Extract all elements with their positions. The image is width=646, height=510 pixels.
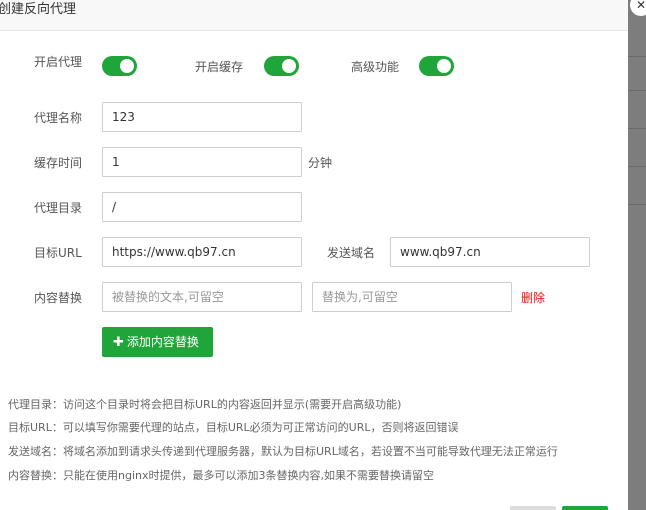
help-line-proxy-dir: 代理目录：访问这个目录时将会把目标URL的内容返回并显示(需要开启高级功能) <box>8 398 402 411</box>
cache-toggle-label: 开启缓存 <box>195 60 244 74</box>
cache-time-input[interactable] <box>102 147 302 177</box>
reverse-proxy-dialog: 创建反向代理 开启代理 开启缓存 高级功能 代理名称 缓存时间 分钟 代理目录 … <box>0 0 628 510</box>
cache-toggle[interactable] <box>264 56 299 76</box>
proxy-dir-label: 代理目录 <box>34 201 83 215</box>
proxy-toggle-label: 开启代理 <box>34 55 83 69</box>
help-line-target-url: 目标URL：可以填写你需要代理的站点，目标URL必须为可正常访问的URL，否则将… <box>8 421 459 434</box>
proxy-name-label: 代理名称 <box>34 111 83 125</box>
send-domain-label: 发送域名 <box>327 246 376 260</box>
proxy-toggle[interactable] <box>102 56 137 76</box>
toggle-knob <box>120 59 134 73</box>
dialog-title-bar: 创建反向代理 <box>0 0 628 31</box>
help-line-send-domain: 发送域名：将域名添加到请求头传递到代理服务器，默认为目标URL域名，若设置不当可… <box>8 445 558 458</box>
target-url-input[interactable] <box>102 237 302 267</box>
replace-label: 内容替换 <box>34 291 83 305</box>
cache-time-unit: 分钟 <box>308 156 333 170</box>
add-replace-button[interactable]: ✚ 添加内容替换 <box>102 327 213 357</box>
help-line-replace: 内容替换：只能在使用nginx时提供，最多可以添加3条替换内容,如果不需要替换请… <box>8 469 434 482</box>
toggle-knob <box>437 59 451 73</box>
add-replace-button-label: 添加内容替换 <box>126 335 199 349</box>
advanced-toggle-label: 高级功能 <box>351 60 400 74</box>
replace-from-input[interactable] <box>102 282 302 312</box>
backdrop-panel <box>628 0 646 510</box>
cancel-button[interactable] <box>510 506 556 510</box>
replace-to-input[interactable] <box>312 282 512 312</box>
toggle-knob <box>282 59 296 73</box>
proxy-name-input[interactable] <box>102 102 302 132</box>
plus-icon: ✚ <box>113 335 124 350</box>
submit-button[interactable] <box>562 506 608 510</box>
dialog-title: 创建反向代理 <box>0 2 77 17</box>
send-domain-input[interactable] <box>390 237 590 267</box>
delete-replace-link[interactable]: 删除 <box>521 290 545 306</box>
proxy-dir-input[interactable] <box>102 192 302 222</box>
target-url-label: 目标URL <box>34 246 82 260</box>
cache-time-label: 缓存时间 <box>34 156 83 170</box>
advanced-toggle[interactable] <box>419 56 454 76</box>
